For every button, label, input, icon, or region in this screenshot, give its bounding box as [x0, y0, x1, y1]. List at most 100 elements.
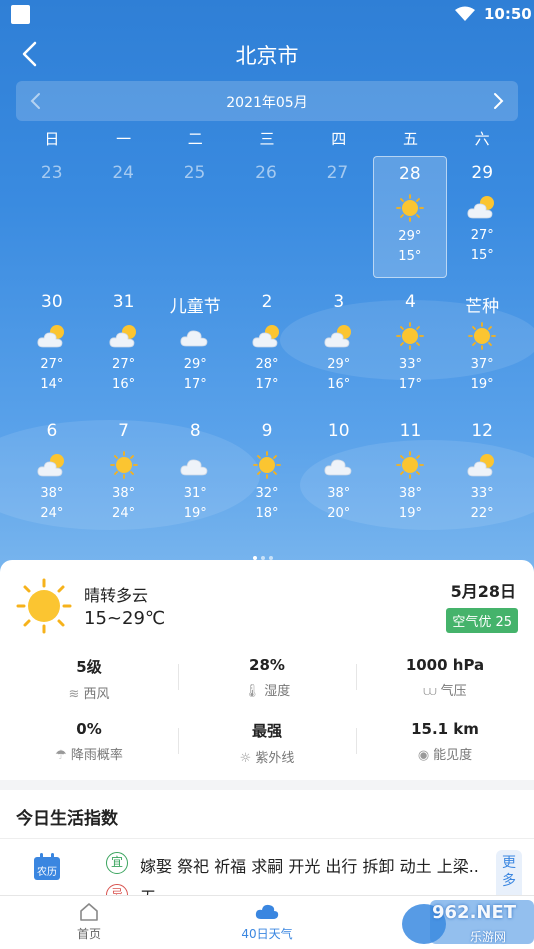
calendar-day-cell[interactable]: 29 27° 15°	[447, 156, 518, 285]
day-number: 3	[333, 292, 345, 312]
calendar-day-cell[interactable]: 8 31° 19°	[159, 414, 231, 543]
tab-home[interactable]: 首页	[39, 902, 139, 942]
calendar-week-row: 6 38° 24° 7 38° 24° 8 31° 19° 9 32° 18° 10 38° 20° 11 38…	[16, 414, 518, 543]
divider	[0, 838, 534, 839]
day-number: 8	[189, 421, 201, 441]
pressure-icon: ⩊	[423, 684, 437, 699]
low-temp: 19°	[183, 506, 207, 521]
partly-cloudy-icon	[37, 451, 67, 479]
calendar-day-cell[interactable]: 28 29° 15°	[373, 156, 447, 278]
stat-value: 最强	[251, 722, 282, 740]
high-temp: 33°	[470, 486, 494, 501]
calendar-grid: 23 24 25 26 27 28 29° 15° 29 27° 15° 30 27° 14° 31 27° 1…	[16, 156, 518, 543]
calendar-day-cell[interactable]: 4 33° 17°	[375, 285, 447, 414]
calendar-day-cell[interactable]: 6 38° 24°	[16, 414, 88, 543]
calendar-day-cell[interactable]: 24	[87, 156, 158, 285]
stat-uv: 最强 ☼ 紫外线	[178, 716, 356, 780]
stat-visibility: 15.1 km ◉ 能见度	[356, 716, 534, 780]
calendar-day-cell[interactable]: 12 33° 22°	[446, 414, 518, 543]
weekday-label: 日	[44, 130, 60, 148]
uv-sun-icon: ☼	[239, 751, 252, 766]
calendar-day-cell[interactable]: 23	[16, 156, 87, 285]
high-temp: 29°	[398, 229, 422, 244]
sunny-icon	[109, 451, 139, 479]
sunny-icon	[16, 578, 72, 634]
day-number: 29	[471, 163, 494, 183]
partly-cloudy-icon	[324, 322, 354, 350]
day-number: 12	[471, 421, 493, 441]
day-number: 10	[327, 421, 350, 441]
calendar-week-row: 23 24 25 26 27 28 29° 15° 29 27° 15°	[16, 156, 518, 285]
day-number: 芒种	[465, 297, 500, 317]
weekday-label: 五	[402, 130, 418, 148]
city-title: 北京市	[235, 44, 299, 68]
stat-value: 1000 hPa	[405, 656, 485, 674]
calendar-day-cell[interactable]: 27	[302, 156, 373, 285]
eye-icon: ◉	[417, 748, 430, 763]
low-temp: 20°	[327, 506, 351, 521]
high-temp: 27°	[112, 357, 136, 372]
day-number: 9	[261, 421, 273, 441]
partly-cloudy-icon	[467, 193, 497, 221]
day-number: 27	[326, 163, 349, 183]
stat-label: 西风	[83, 687, 110, 702]
day-number: 26	[255, 163, 277, 183]
high-temp: 32°	[255, 486, 279, 501]
partly-cloudy-icon	[252, 322, 282, 350]
high-temp: 28°	[255, 357, 279, 372]
weekday-label: 三	[259, 130, 275, 148]
calendar-day-cell[interactable]: 芒种 37° 19°	[446, 285, 518, 414]
calendar-day-cell[interactable]: 25	[159, 156, 230, 285]
day-number: 7	[118, 421, 129, 441]
low-temp: 17°	[183, 377, 207, 392]
month-selector: 2021年05月	[16, 81, 518, 121]
calendar-day-cell[interactable]: 3 29° 16°	[303, 285, 375, 414]
cloudy-icon	[180, 322, 210, 350]
calendar-day-cell[interactable]: 7 38° 24°	[88, 414, 160, 543]
low-temp: 15°	[470, 248, 494, 263]
low-temp: 17°	[255, 377, 279, 392]
air-quality-badge[interactable]: 空气优 25	[446, 608, 518, 633]
day-number: 28	[399, 164, 421, 184]
high-temp: 38°	[40, 486, 64, 501]
stat-label: 降雨概率	[70, 748, 123, 763]
calendar-day-cell[interactable]: 31 27° 16°	[88, 285, 160, 414]
low-temp: 16°	[112, 377, 136, 392]
high-temp: 38°	[398, 486, 422, 501]
stat-label: 气压	[440, 684, 467, 699]
calendar-day-cell[interactable]: 9 32° 18°	[231, 414, 303, 543]
day-number: 儿童节	[169, 297, 221, 317]
low-temp: 24°	[112, 506, 136, 521]
day-number: 24	[112, 163, 134, 183]
weekday-label: 一	[116, 130, 132, 148]
cloud-icon	[255, 904, 279, 919]
low-temp: 16°	[327, 377, 351, 392]
calendar-day-cell[interactable]: 儿童节 29° 17°	[159, 285, 231, 414]
next-month-chevron-icon[interactable]	[490, 91, 506, 111]
watermark-subtext: 乐游网	[470, 930, 507, 944]
low-temp: 19°	[398, 506, 422, 521]
calendar-day-cell[interactable]: 10 38° 20°	[303, 414, 375, 543]
weather-stats: 5级 ≋ 西风 28% 🌡 湿度 1000 hPa ⩊ 气压 0% ☂ 降雨概率 最强 …	[0, 652, 534, 780]
weekday-header: 日 一 二 三 四 五 六	[16, 128, 518, 150]
header: 北京市	[0, 36, 534, 72]
weather-condition: 晴转多云	[84, 586, 149, 605]
calendar-day-cell[interactable]: 2 28° 17°	[231, 285, 303, 414]
high-temp: 27°	[470, 228, 494, 243]
calendar-day-cell[interactable]: 30 27° 14°	[16, 285, 88, 414]
lunar-calendar-icon: 农历	[34, 853, 60, 880]
weekday-label: 四	[331, 130, 347, 148]
calendar-day-cell[interactable]: 26	[230, 156, 301, 285]
partly-cloudy-icon	[467, 451, 497, 479]
sunny-icon	[395, 451, 425, 479]
stat-humidity: 28% 🌡 湿度	[178, 652, 356, 716]
stat-pressure: 1000 hPa ⩊ 气压	[356, 652, 534, 716]
calendar-week-row: 30 27° 14° 31 27° 16° 儿童节 29° 17° 2 28° 17° 3 29° 16° 4…	[16, 285, 518, 414]
low-temp: 14°	[40, 377, 64, 392]
sunny-icon	[395, 194, 425, 222]
day-number: 11	[399, 421, 422, 441]
high-temp: 33°	[398, 357, 422, 372]
tab-40-day-weather[interactable]: 40日天气	[217, 902, 317, 942]
low-temp: 18°	[255, 506, 279, 521]
calendar-day-cell[interactable]: 11 38° 19°	[375, 414, 447, 543]
